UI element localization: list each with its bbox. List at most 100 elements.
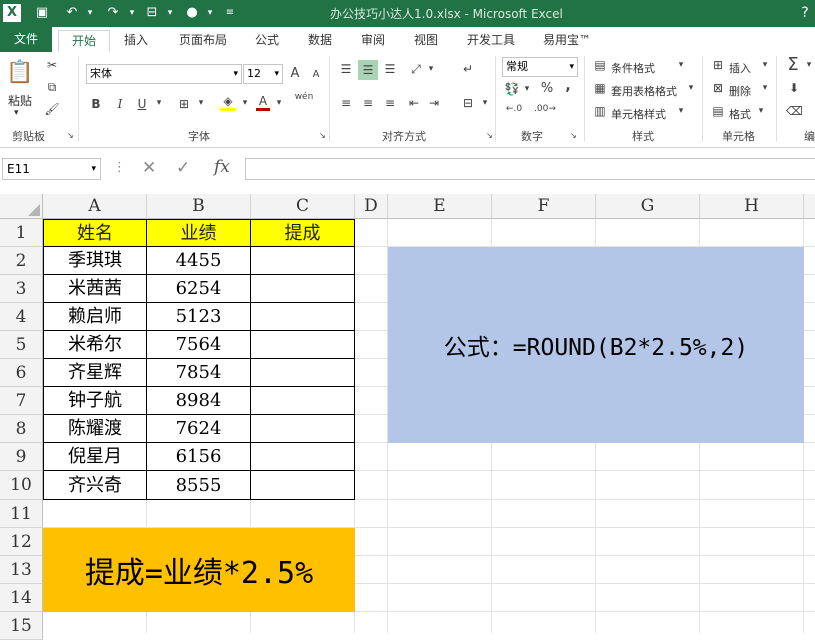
delete-cells-button[interactable]: 删除 [729,83,751,99]
fill-color-icon[interactable]: ◈ [220,94,236,111]
rule-note-box[interactable]: 提成=业绩*2.5% [43,528,355,612]
table-format-icon[interactable]: ▦ [592,81,608,95]
shape-dropdown-icon[interactable]: ▾ [200,4,220,22]
column-header-e[interactable]: E [388,194,492,219]
tab-file[interactable]: 文件 [0,27,52,52]
column-header-a[interactable]: A [43,194,147,219]
align-left-icon[interactable]: ≡ [338,96,354,110]
conditional-format-button[interactable]: 条件格式 [611,60,655,76]
phonetic-icon[interactable]: wén [294,92,314,102]
more-options-icon[interactable]: ⋮ [113,160,126,175]
tab-developer[interactable]: 开发工具 [458,30,524,52]
select-all-button[interactable] [0,194,43,219]
currency-icon[interactable]: 💱 [504,82,520,96]
table-cell-commission[interactable] [251,443,355,471]
formula-input[interactable] [245,158,815,180]
format-painter-icon[interactable]: 🖌 [44,102,60,116]
print-preview-icon[interactable]: ⊟ [142,4,162,22]
copy-icon[interactable]: ⧉ [44,80,60,95]
undo-dropdown-icon[interactable]: ▾ [80,4,100,22]
delete-cells-icon[interactable]: ⊠ [710,81,726,95]
table-cell-commission[interactable] [251,303,355,331]
row-header-1[interactable]: 1 [0,219,43,247]
clear-icon[interactable]: ⌫ [786,104,803,118]
row-header-9[interactable]: 9 [0,443,43,471]
cell-styles-button[interactable]: 单元格样式 [611,106,666,122]
table-header-name[interactable]: 姓名 [43,219,147,247]
print-dropdown-icon[interactable]: ▾ [160,4,180,22]
row-header-4[interactable]: 4 [0,303,43,331]
number-launcher-icon[interactable]: ↘ [570,131,577,140]
shrink-font-icon[interactable]: A [310,69,322,80]
merge-center-icon[interactable]: ⊟ [460,96,476,110]
table-cell-sales[interactable]: 8984 [147,387,251,415]
row-header-11[interactable]: 11 [0,500,43,528]
row-header-12[interactable]: 12 [0,528,43,556]
table-header-sales[interactable]: 业绩 [147,219,251,247]
table-cell-name[interactable]: 齐星辉 [43,359,147,387]
table-cell-name[interactable]: 米希尔 [43,331,147,359]
bold-button[interactable]: B [90,97,102,111]
border-dropdown-icon[interactable]: ▾ [196,98,206,108]
column-header-b[interactable]: B [147,194,251,219]
table-cell-sales[interactable]: 4455 [147,247,251,275]
insert-cells-icon[interactable]: ⊞ [710,58,726,72]
table-cell-commission[interactable] [251,415,355,443]
font-color-icon[interactable]: A [256,94,270,111]
tab-data[interactable]: 数据 [298,30,342,52]
format-as-table-button[interactable]: 套用表格格式 [611,83,677,99]
cut-icon[interactable]: ✂ [44,58,60,72]
shape-icon[interactable]: ● [182,4,202,22]
row-header-3[interactable]: 3 [0,275,43,303]
column-header-d[interactable]: D [355,194,388,219]
save-icon[interactable]: ▣ [32,4,52,22]
customize-qat-icon[interactable]: ≡ [220,4,240,22]
table-cell-sales[interactable]: 5123 [147,303,251,331]
font-launcher-icon[interactable]: ↘ [319,131,326,140]
row-header-10[interactable]: 10 [0,471,43,500]
alignment-launcher-icon[interactable]: ↘ [486,131,493,140]
insert-function-icon[interactable]: fx [214,157,230,177]
table-cell-name[interactable]: 齐兴奇 [43,471,147,500]
tab-insert[interactable]: 插入 [114,30,158,52]
column-header-h[interactable]: H [700,194,804,219]
underline-dropdown-icon[interactable]: ▾ [154,98,164,108]
redo-icon[interactable]: ↷ [103,4,123,22]
autosum-button[interactable]: Σ [784,54,802,75]
fill-dropdown-icon[interactable]: ▾ [240,98,250,108]
wrap-text-icon[interactable]: ↵ [460,62,476,76]
column-header-g[interactable]: G [596,194,700,219]
conditional-format-icon[interactable]: ▤ [592,58,608,72]
format-cells-button[interactable]: 格式 [729,106,751,122]
italic-button[interactable]: I [114,97,126,111]
clipboard-launcher-icon[interactable]: ↘ [67,131,74,140]
table-cell-sales[interactable]: 6254 [147,275,251,303]
tab-formulas[interactable]: 公式 [245,30,289,52]
paste-icon[interactable]: 📋 [6,60,34,86]
align-right-icon[interactable]: ≡ [382,96,398,110]
row-header-13[interactable]: 13 [0,556,43,584]
table-cell-commission[interactable] [251,247,355,275]
formula-note-box[interactable]: 公式：=ROUND(B2*2.5%,2) [388,247,804,443]
comma-style-button[interactable]: , [562,78,574,94]
align-bottom-icon[interactable]: ☰ [382,62,398,76]
currency-dropdown-icon[interactable]: ▾ [522,84,532,94]
table-cell-name[interactable]: 倪星月 [43,443,147,471]
underline-button[interactable]: U [136,97,148,111]
table-header-commission[interactable]: 提成 [251,219,355,247]
number-format-select[interactable]: 常规 ▾ [502,57,578,77]
align-middle-icon[interactable]: ☰ [358,60,378,80]
align-top-icon[interactable]: ☰ [338,62,354,76]
row-header-8[interactable]: 8 [0,415,43,443]
row-header-7[interactable]: 7 [0,387,43,415]
table-cell-sales[interactable]: 7564 [147,331,251,359]
row-header-5[interactable]: 5 [0,331,43,359]
name-box[interactable]: E11 ▾ [2,158,101,180]
column-header-i[interactable] [804,194,815,219]
table-cell-commission[interactable] [251,387,355,415]
font-color-dropdown-icon[interactable]: ▾ [274,98,284,108]
merge-dropdown-icon[interactable]: ▾ [480,98,490,108]
orientation-icon[interactable]: ⤢ [408,62,424,77]
row-header-6[interactable]: 6 [0,359,43,387]
table-cell-commission[interactable] [251,331,355,359]
